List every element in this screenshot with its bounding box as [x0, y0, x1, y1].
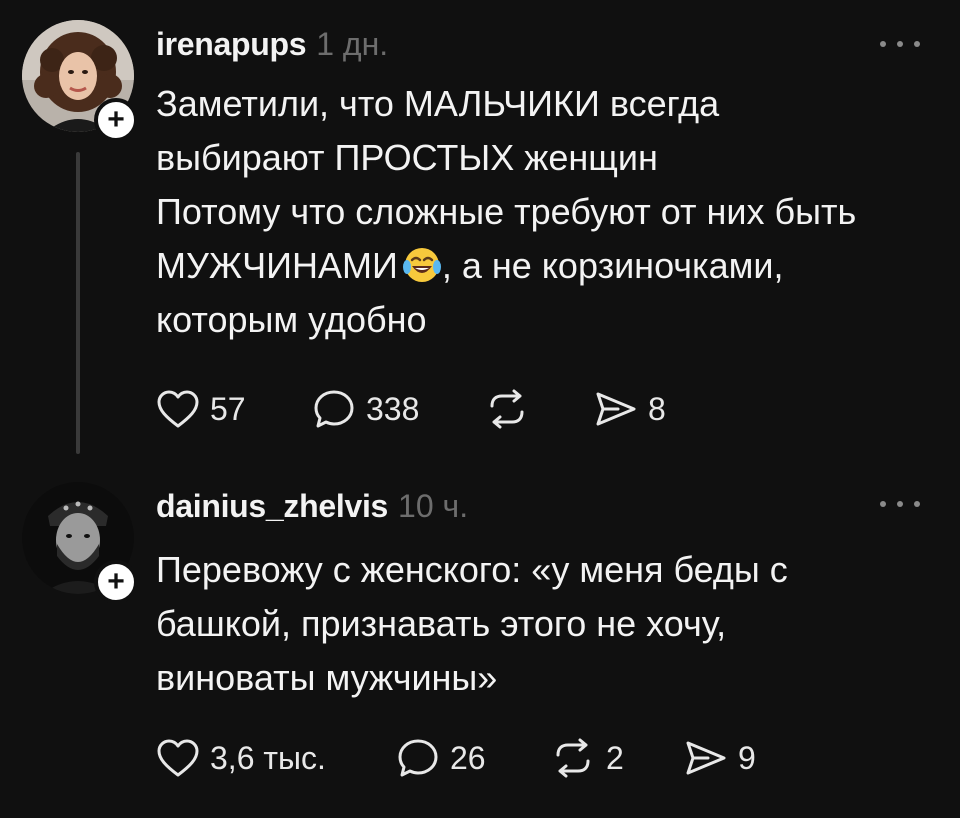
post-text-fragment: МУЖЧИНАМИ	[156, 245, 398, 286]
post-header: dainius_zhelvis 10 ч.	[156, 488, 468, 525]
timestamp: 1 дн.	[316, 26, 389, 62]
follow-button[interactable]: +	[94, 560, 138, 604]
like-button[interactable]: 57	[156, 389, 312, 429]
post-text-line: Заметили, что МАЛЬЧИКИ всегда	[156, 83, 720, 124]
timestamp: 10 ч.	[398, 488, 469, 524]
like-button[interactable]: 3,6 тыс.	[156, 738, 396, 778]
thread-post: + irenapups 1 дн. Заметили, что МАЛЬЧИКИ…	[0, 0, 960, 470]
username[interactable]: irenapups	[156, 26, 307, 63]
heart-icon	[157, 390, 199, 428]
post-header: irenapups 1 дн.	[156, 26, 388, 63]
username[interactable]: dainius_zhelvis	[156, 488, 388, 525]
like-count: 57	[210, 390, 246, 427]
comment-bubble-icon	[398, 739, 438, 777]
repost-icon	[490, 389, 524, 429]
avatar-container: +	[22, 482, 138, 604]
comment-button[interactable]: 26	[396, 737, 550, 779]
post-text-line: выбирают ПРОСТЫХ женщин	[156, 137, 658, 178]
share-button[interactable]: 8	[594, 389, 666, 429]
comment-count: 338	[366, 390, 420, 427]
share-count: 9	[738, 739, 756, 776]
plus-icon: +	[107, 565, 125, 598]
comment-count: 26	[450, 739, 486, 776]
post-text-line: МУЖЧИНАМИ , а не корзиночками,	[156, 239, 916, 293]
more-dots-icon	[880, 501, 886, 507]
post-text: Перевожу с женского: «у меня беды с башк…	[156, 543, 916, 705]
share-button[interactable]: 9	[684, 738, 756, 778]
reply-post: + dainius_zhelvis 10 ч. Перевожу с женск…	[0, 470, 960, 818]
post-text-line: которым удобно	[156, 299, 427, 340]
share-count: 8	[648, 390, 666, 427]
heart-icon	[157, 739, 199, 777]
more-dots-icon	[880, 41, 886, 47]
post-text-line: виноваты мужчины»	[156, 657, 498, 698]
comment-bubble-icon	[314, 390, 354, 428]
post-text-fragment: , а не корзиночками,	[441, 245, 784, 286]
repost-count: 2	[606, 739, 624, 776]
post-text-line: Перевожу с женского: «у меня беды с	[156, 549, 788, 590]
post-actions: 3,6 тыс. 26 2 9	[156, 737, 756, 779]
avatar-container: +	[22, 20, 138, 142]
post-text-line: Потому что сложные требуют от них быть	[156, 191, 857, 232]
repost-button[interactable]	[484, 389, 594, 429]
more-options-button[interactable]	[880, 34, 920, 54]
repost-icon	[556, 738, 590, 778]
laughing-tears-emoji	[402, 248, 441, 282]
like-count: 3,6 тыс.	[210, 739, 326, 776]
post-text-line: башкой, признавать этого не хочу,	[156, 603, 727, 644]
more-options-button[interactable]	[880, 494, 920, 514]
post-text: Заметили, что МАЛЬЧИКИ всегда выбирают П…	[156, 77, 916, 347]
follow-button[interactable]: +	[94, 98, 138, 142]
plus-icon: +	[107, 103, 125, 136]
thread-line	[76, 152, 80, 454]
send-icon	[596, 392, 636, 426]
post-actions: 57 338 8	[156, 388, 666, 430]
repost-button[interactable]: 2	[550, 738, 684, 778]
comment-button[interactable]: 338	[312, 388, 484, 430]
send-icon	[686, 741, 726, 775]
